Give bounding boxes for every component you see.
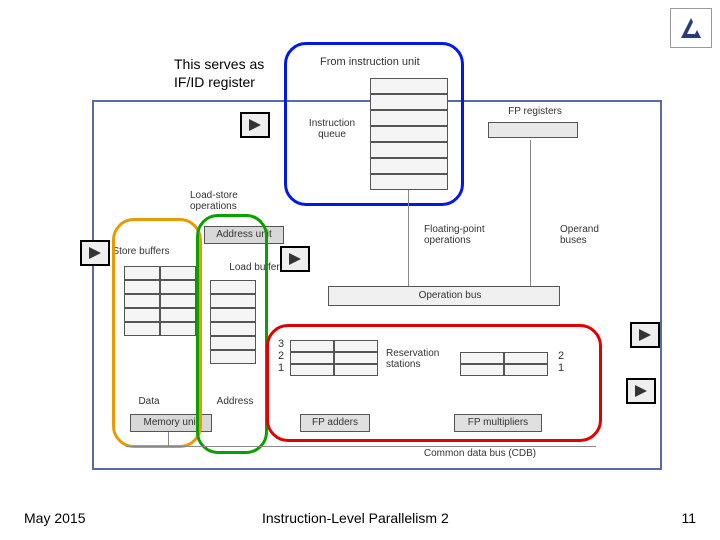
play-button[interactable] [280, 246, 310, 272]
highlight-load-path [196, 214, 268, 454]
label-operation-bus: Operation bus [410, 290, 490, 301]
triangle-icon [633, 383, 649, 399]
label-operand-buses: Operand buses [560, 224, 620, 246]
triangle-icon [287, 251, 303, 267]
label-cdb: Common data bus (CDB) [400, 448, 560, 459]
play-button[interactable] [626, 378, 656, 404]
highlight-fp-units [266, 324, 602, 442]
label-fp-reg: FP registers [490, 106, 580, 117]
wire [126, 446, 596, 447]
annotation-line: This serves as [174, 56, 264, 72]
fp-registers-box [488, 122, 578, 138]
label-fp-ops: Floating-point operations [424, 224, 504, 246]
highlight-store-buffers [112, 218, 202, 448]
wire [530, 140, 531, 286]
annotation-line: IF/ID register [174, 74, 255, 90]
play-button[interactable] [80, 240, 110, 266]
triangle-icon [637, 327, 653, 343]
annotation-ifid: This serves as IF/ID register [174, 55, 264, 91]
wire [408, 190, 409, 286]
highlight-instr-queue [284, 42, 464, 206]
wire [168, 432, 169, 446]
footer-page: 11 [681, 510, 696, 526]
footer-title: Instruction-Level Parallelism 2 [262, 510, 449, 526]
triangle-icon [247, 117, 263, 133]
play-button[interactable] [630, 322, 660, 348]
institution-logo [670, 8, 712, 48]
label-load-store: Load-store operations [190, 190, 270, 212]
footer-date: May 2015 [24, 510, 85, 526]
play-button[interactable] [240, 112, 270, 138]
triangle-icon [87, 245, 103, 261]
